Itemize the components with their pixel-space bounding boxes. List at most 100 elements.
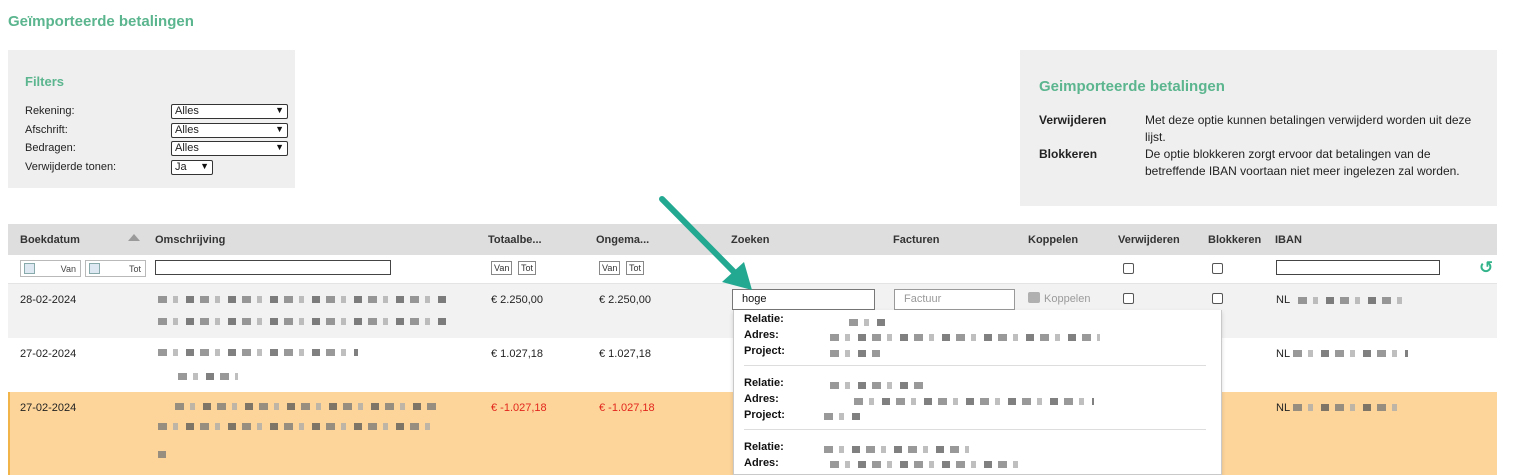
row-open: € 1.027,18 xyxy=(599,348,651,360)
chevron-down-icon: ▼ xyxy=(200,161,209,171)
filter-verwijderde-label: Verwijderde tonen: xyxy=(25,161,117,173)
calendar-icon xyxy=(24,263,35,274)
redacted-description xyxy=(158,318,446,325)
row-date: 27-02-2024 xyxy=(20,348,77,360)
bedragen-select-value: Alles xyxy=(175,142,199,154)
date-from-placeholder: Van xyxy=(60,264,76,274)
totaal-van-input[interactable]: Van xyxy=(491,261,513,275)
suggestion-project-label: Project: xyxy=(744,409,785,421)
suggestion-item[interactable]: Relatie: Adres: Project: xyxy=(744,313,1214,367)
row-date: 28-02-2024 xyxy=(20,294,77,306)
blokkeren-filter-checkbox[interactable] xyxy=(1212,263,1223,274)
page-title: Geïmporteerde betalingen xyxy=(8,13,194,30)
redacted-value xyxy=(849,319,889,326)
row-open: € -1.027,18 xyxy=(599,402,655,414)
col-ongema[interactable]: Ongema... xyxy=(596,234,649,246)
search-suggestions-dropdown: Relatie: Adres: Project: Relatie: Adres:… xyxy=(733,310,1222,475)
factuur-input[interactable]: Factuur xyxy=(894,289,1015,310)
redacted-iban xyxy=(1293,350,1408,357)
date-to-input[interactable]: Tot xyxy=(85,260,146,277)
afschrift-select-value: Alles xyxy=(175,124,199,136)
chevron-down-icon: ▼ xyxy=(275,142,284,152)
filter-afschrift-label: Afschrift: xyxy=(25,124,68,136)
koppelen-button[interactable]: Koppelen xyxy=(1028,292,1091,305)
col-omschrijving[interactable]: Omschrijving xyxy=(155,234,225,246)
filter-bedragen: Bedragen: Alles ▼ xyxy=(25,141,288,157)
row-date: 27-02-2024 xyxy=(20,402,77,414)
col-koppelen: Koppelen xyxy=(1028,234,1079,246)
rekening-select[interactable]: Alles ▼ xyxy=(171,104,288,119)
suggestion-relatie-label: Relatie: xyxy=(744,377,784,389)
ongema-van-input[interactable]: Van xyxy=(599,261,621,275)
col-boekdatum[interactable]: Boekdatum xyxy=(20,234,80,246)
date-to-placeholder: Tot xyxy=(128,264,141,274)
verwijderen-checkbox[interactable] xyxy=(1123,293,1134,304)
col-totaal[interactable]: Totaalbe... xyxy=(488,234,542,246)
puzzle-icon xyxy=(1028,292,1040,303)
verwijderde-select-value: Ja xyxy=(175,161,187,173)
redacted-value xyxy=(830,382,925,389)
suggestion-divider xyxy=(744,365,1206,366)
filter-rekening-label: Rekening: xyxy=(25,105,75,117)
filters-panel: Filters Rekening: Alles ▼ Afschrift: Alle… xyxy=(8,50,295,188)
redacted-value xyxy=(830,334,1100,341)
chevron-down-icon: ▼ xyxy=(275,124,284,134)
totaal-tot-input[interactable]: Tot xyxy=(518,261,537,275)
koppelen-label: Koppelen xyxy=(1044,293,1091,305)
omschrijving-filter-input[interactable] xyxy=(155,260,391,275)
suggestion-adres-label: Adres: xyxy=(744,393,779,405)
redacted-description xyxy=(158,423,433,430)
col-blokkeren: Blokkeren xyxy=(1208,234,1262,246)
suggestion-relatie-label: Relatie: xyxy=(744,441,784,453)
col-verwijderen: Verwijderen xyxy=(1118,234,1180,246)
sort-asc-icon[interactable] xyxy=(128,234,140,241)
ongema-tot-input[interactable]: Tot xyxy=(626,261,645,275)
filter-afschrift: Afschrift: Alles ▼ xyxy=(25,123,288,139)
reset-icon[interactable]: ↺ xyxy=(1479,259,1493,276)
blokkeren-checkbox[interactable] xyxy=(1212,293,1223,304)
calendar-icon xyxy=(89,263,100,274)
suggestion-project-label: Project: xyxy=(744,345,785,357)
filter-verwijderde: Verwijderde tonen: Ja ▼ xyxy=(25,160,285,176)
col-iban[interactable]: IBAN xyxy=(1275,234,1302,246)
redacted-iban xyxy=(1298,297,1403,304)
suggestion-item[interactable]: Relatie: Adres: Project: xyxy=(744,377,1214,431)
chevron-down-icon: ▼ xyxy=(275,105,284,115)
bedragen-select[interactable]: Alles ▼ xyxy=(171,141,288,156)
row-iban: NL xyxy=(1276,348,1291,360)
info-panel: Geimporteerde betalingen Verwijderen Met… xyxy=(1020,50,1497,206)
row-total: € 2.250,00 xyxy=(491,294,543,306)
afschrift-select[interactable]: Alles ▼ xyxy=(171,123,288,138)
suggestion-relatie-label: Relatie: xyxy=(744,313,784,325)
row-open: € 2.250,00 xyxy=(599,294,651,306)
redacted-description xyxy=(158,451,166,458)
row-iban: NL xyxy=(1276,294,1291,306)
filters-title: Filters xyxy=(25,74,65,89)
redacted-value xyxy=(824,446,969,453)
info-term-verwijderen: Verwijderen xyxy=(1039,113,1107,127)
redacted-description xyxy=(175,403,440,410)
redacted-description xyxy=(178,373,238,380)
redacted-description xyxy=(158,296,448,303)
suggestion-item[interactable]: Relatie: Adres: xyxy=(744,441,1214,475)
date-from-input[interactable]: Van xyxy=(20,260,81,277)
info-desc-verwijderen: Met deze optie kunnen betalingen verwijd… xyxy=(1145,113,1472,144)
verwijderde-select[interactable]: Ja ▼ xyxy=(171,160,213,175)
factuur-placeholder: Factuur xyxy=(904,293,942,305)
info-term-blokkeren: Blokkeren xyxy=(1039,147,1098,161)
redacted-value xyxy=(824,413,864,420)
row-total: € 1.027,18 xyxy=(491,348,543,360)
iban-filter-input[interactable] xyxy=(1276,260,1440,275)
redacted-iban xyxy=(1293,404,1405,411)
annotation-arrow-icon xyxy=(659,196,752,290)
redacted-value xyxy=(830,461,1020,468)
suggestion-adres-label: Adres: xyxy=(744,457,779,469)
row-iban: NL xyxy=(1276,402,1291,414)
rekening-select-value: Alles xyxy=(175,105,199,117)
verwijderen-filter-checkbox[interactable] xyxy=(1123,263,1134,274)
suggestion-adres-label: Adres: xyxy=(744,329,779,341)
info-title: Geimporteerde betalingen xyxy=(1039,78,1225,95)
filter-rekening: Rekening: Alles ▼ xyxy=(25,104,288,120)
row-total: € -1.027,18 xyxy=(491,402,547,414)
info-desc-blokkeren: De optie blokkeren zorgt ervoor dat beta… xyxy=(1145,147,1460,178)
